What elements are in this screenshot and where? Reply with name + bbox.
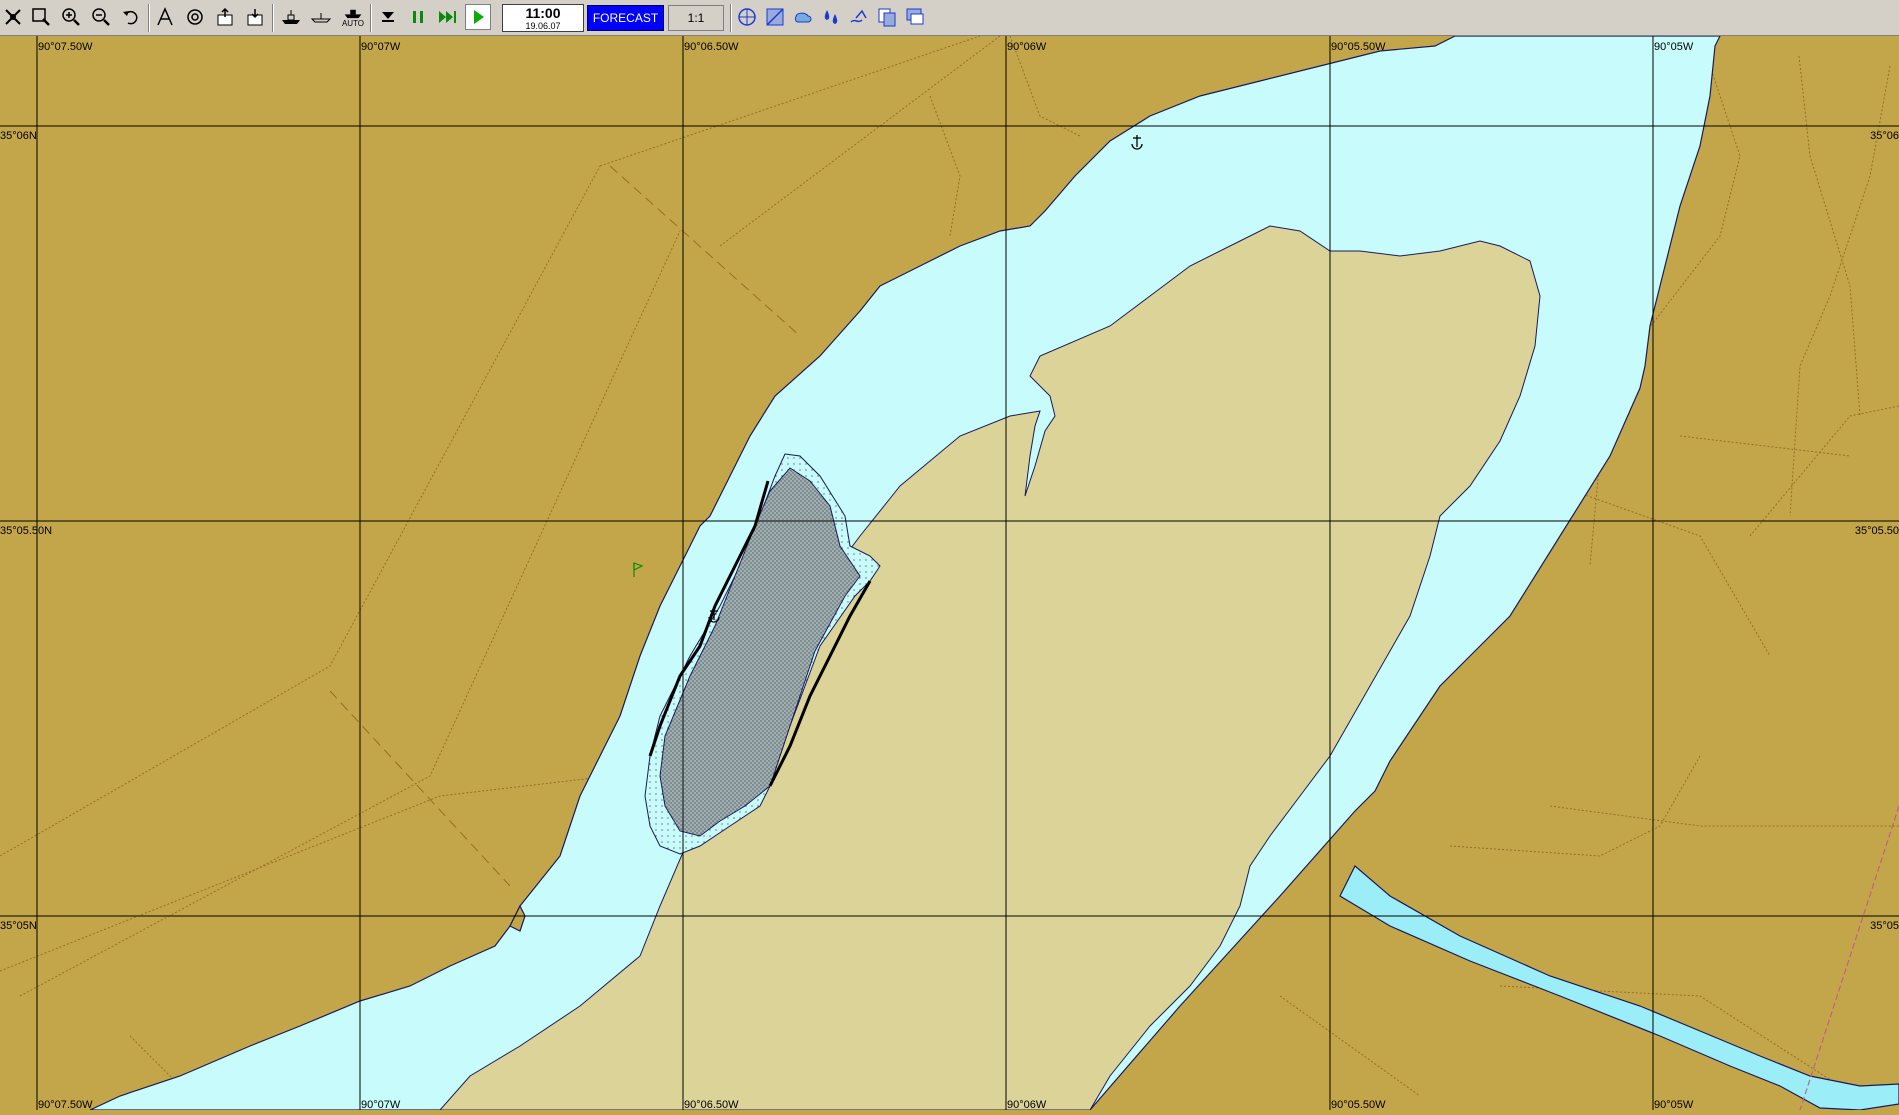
scale-display[interactable]: 1:1 — [668, 5, 724, 31]
target-icon[interactable] — [182, 4, 208, 30]
tide-icon[interactable] — [846, 4, 872, 30]
toolbar-separator — [730, 4, 732, 32]
lon-label: 90°05.50W — [1331, 41, 1386, 53]
lat-label: 35°05.50N — [0, 525, 52, 537]
window-icon[interactable] — [902, 4, 928, 30]
play-icon[interactable] — [465, 4, 491, 30]
lat-label: 35°05 — [1870, 920, 1899, 932]
depth-icon[interactable] — [818, 4, 844, 30]
zoom-out-icon[interactable] — [88, 4, 114, 30]
nautical-chart[interactable]: 90°07.50W 90°07W 90°06.50W 90°06W 90°05.… — [0, 35, 1899, 1111]
route-icon[interactable] — [152, 4, 178, 30]
lon-label: 90°05W — [1654, 1099, 1694, 1110]
time-display: 11:00 19.06.07 — [502, 4, 584, 32]
move-icon[interactable] — [0, 4, 26, 30]
toolbar-separator — [148, 4, 150, 32]
lon-label: 90°07W — [361, 1099, 401, 1110]
export-icon[interactable] — [212, 4, 238, 30]
zoom-in-icon[interactable] — [58, 4, 84, 30]
fast-forward-icon[interactable] — [435, 4, 461, 30]
lon-label: 90°05.50W — [1331, 1099, 1386, 1110]
forecast-button[interactable]: FORECAST — [587, 5, 664, 31]
toolbar-separator — [272, 4, 274, 32]
lon-label: 90°05W — [1654, 41, 1694, 53]
ship-outline-icon[interactable] — [308, 4, 334, 30]
zoom-window-icon[interactable] — [28, 4, 54, 30]
auto-label: AUTO — [341, 18, 365, 28]
lon-label: 90°06W — [1007, 1099, 1047, 1110]
pause-icon[interactable] — [405, 4, 431, 30]
toolbar: AUTO 11:00 19.06.07 FORECAST 1:1 — [0, 0, 1899, 36]
lon-label: 90°07.50W — [38, 41, 93, 53]
time-value: 11:00 — [525, 5, 561, 21]
lon-label: 90°06.50W — [684, 41, 739, 53]
lat-label: 35°06N — [0, 130, 37, 142]
auto-button[interactable]: AUTO — [340, 4, 366, 30]
lat-label: 35°05N — [0, 920, 37, 932]
ship-icon[interactable] — [278, 4, 304, 30]
chart-grid-icon[interactable] — [762, 4, 788, 30]
toolbar-separator — [370, 4, 372, 32]
lon-label: 90°07W — [361, 41, 401, 53]
import-icon[interactable] — [242, 4, 268, 30]
lon-label: 90°06.50W — [684, 1099, 739, 1110]
lat-label: 35°05.50 — [1855, 525, 1899, 537]
lon-label: 90°06W — [1007, 41, 1047, 53]
lon-label: 90°07.50W — [38, 1099, 93, 1110]
date-value: 19.06.07 — [525, 21, 561, 31]
weather-icon[interactable] — [790, 4, 816, 30]
copy-icon[interactable] — [874, 4, 900, 30]
undo-icon[interactable] — [118, 4, 144, 30]
step-end-icon[interactable] — [375, 4, 401, 30]
lat-label: 35°06 — [1870, 130, 1899, 142]
globe-icon[interactable] — [734, 4, 760, 30]
